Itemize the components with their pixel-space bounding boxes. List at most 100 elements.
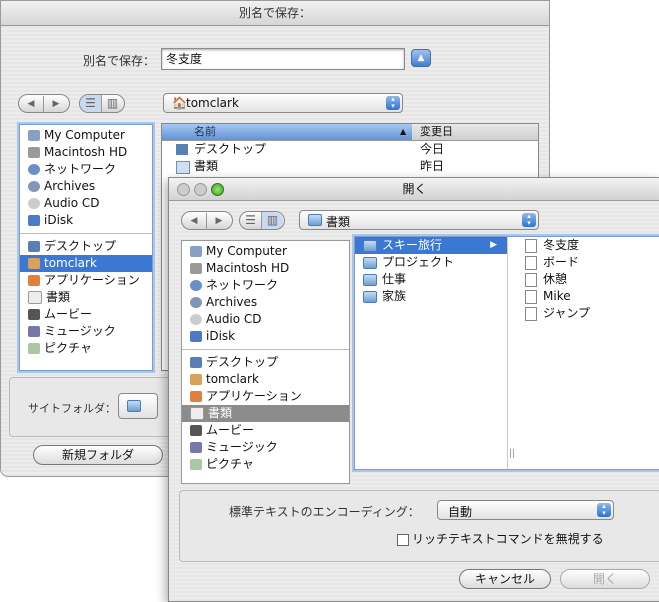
sidebar-item-pictures[interactable]: ピクチャ <box>182 456 349 473</box>
new-folder-button[interactable]: 新規フォルダ <box>33 445 163 465</box>
cancel-button[interactable]: キャンセル <box>459 569 551 589</box>
folder-row[interactable]: 仕事 <box>355 271 507 288</box>
sidebar-item-tomclark[interactable]: tomclark <box>182 371 349 388</box>
document-icon <box>525 306 537 321</box>
location-label: 書類 <box>326 215 351 229</box>
sidebar-item-pictures[interactable]: ピクチャ <box>20 340 152 357</box>
column-header-name[interactable]: 名前 <box>162 124 412 140</box>
encoding-popup[interactable]: 自動 ▴ ▾ <box>437 500 614 520</box>
sidebar-item-network[interactable]: ネットワーク <box>182 277 349 294</box>
sidebar-item-desktop[interactable]: デスクトップ <box>20 238 152 255</box>
sidebar-item-audio-cd[interactable]: Audio CD <box>182 311 349 328</box>
back-arrow-icon[interactable]: ◀ <box>19 96 44 113</box>
home-icon <box>28 258 40 269</box>
folder-row[interactable]: 家族 <box>355 288 507 305</box>
file-row[interactable]: Mike <box>517 288 659 305</box>
sidebar-item-network[interactable]: ネットワーク <box>20 161 152 178</box>
sidebar-item-desktop[interactable]: デスクトップ <box>182 354 349 371</box>
triangle-up-icon[interactable]: ▲ <box>411 49 431 67</box>
sidebar-item-my-computer[interactable]: My Computer <box>20 127 152 144</box>
list-view-icon[interactable]: ☰ <box>240 212 262 229</box>
list-view-icon[interactable]: ☰ <box>80 95 102 112</box>
folder-row[interactable]: プロジェクト <box>355 254 507 271</box>
sidebar-item-applications[interactable]: アプリケーション <box>182 388 349 405</box>
sidebar-item-documents[interactable]: 書類 <box>182 405 349 422</box>
applications-icon <box>190 391 202 402</box>
network-icon <box>190 280 202 291</box>
folder-row[interactable]: スキー旅行 ▶ <box>355 237 507 254</box>
sidebar-item-music[interactable]: ミュージック <box>20 323 152 340</box>
ignore-rich-text-checkbox[interactable]: リッチテキストコマンドを無視する <box>397 530 604 547</box>
zoom-icon[interactable] <box>211 183 224 196</box>
forward-arrow-icon[interactable]: ▶ <box>44 96 68 113</box>
list-row[interactable]: 書類 昨日 <box>162 158 538 175</box>
sidebar-item-movies[interactable]: ムービー <box>20 306 152 323</box>
popup-arrows-icon: ▴ ▾ <box>522 213 536 227</box>
idisk-icon <box>190 331 202 342</box>
sidebar-item-macintosh-hd[interactable]: Macintosh HD <box>182 260 349 277</box>
checkbox-icon[interactable] <box>397 533 409 546</box>
sidebar-item-audio-cd[interactable]: Audio CD <box>20 195 152 212</box>
site-folder-popup[interactable] <box>118 393 158 419</box>
file-column: 冬支度 ボード 休憩 Mike ジャンプ <box>517 237 659 469</box>
close-icon[interactable] <box>177 183 190 196</box>
back-forward-control: ◀ ▶ <box>18 94 70 113</box>
minimize-icon[interactable] <box>194 183 207 196</box>
sidebar-item-macintosh-hd[interactable]: Macintosh HD <box>20 144 152 161</box>
column-browser: スキー旅行 ▶ プロジェクト 仕事 家族 || 冬支度 ボード 休憩 Mike ジ… <box>354 236 659 470</box>
open-button[interactable]: 開く <box>560 569 650 589</box>
sidebar-item-idisk[interactable]: iDisk <box>20 212 152 229</box>
server-icon <box>28 181 40 192</box>
hard-disk-icon <box>28 147 40 158</box>
document-icon <box>525 238 537 253</box>
back-forward-control: ◀ ▶ <box>181 211 233 230</box>
folder-icon <box>363 239 377 252</box>
save-sidebar: My Computer Macintosh HD ネットワーク Archives… <box>19 124 153 371</box>
cd-icon <box>28 198 40 209</box>
movies-icon <box>28 309 40 320</box>
sidebar-item-archives[interactable]: Archives <box>20 178 152 195</box>
folder-icon <box>363 290 377 303</box>
popup-arrows-icon: ▴ ▾ <box>386 96 400 110</box>
sidebar-item-movies[interactable]: ムービー <box>182 422 349 439</box>
location-popup[interactable]: 書類 ▴ ▾ <box>299 210 539 230</box>
server-icon <box>190 297 202 308</box>
filename-field[interactable]: 冬支度 <box>161 48 405 70</box>
sidebar-item-documents[interactable]: 書類 <box>20 289 152 306</box>
view-mode-control: ☰ ▥ <box>79 94 125 113</box>
idisk-icon <box>28 215 40 226</box>
sidebar-item-my-computer[interactable]: My Computer <box>182 243 349 260</box>
column-view-icon[interactable]: ▥ <box>102 95 123 112</box>
sidebar-item-applications[interactable]: アプリケーション <box>20 272 152 289</box>
back-arrow-icon[interactable]: ◀ <box>182 213 207 230</box>
folder-icon <box>127 400 141 412</box>
music-icon <box>28 326 40 337</box>
list-row[interactable]: デスクトップ 今日 <box>162 141 538 158</box>
folder-icon <box>363 256 377 269</box>
computer-icon <box>28 130 40 141</box>
save-dialog-title: 別名で保存： <box>1 1 549 26</box>
column-resize-handle[interactable]: || <box>509 449 515 459</box>
open-dialog: 開く ◀ ▶ ☰ ▥ 書類 ▴ ▾ My Computer Macintosh HD … <box>168 177 659 602</box>
ignore-rich-text-label: リッチテキストコマンドを無視する <box>412 532 604 546</box>
sidebar-item-idisk[interactable]: iDisk <box>182 328 349 345</box>
movies-icon <box>190 425 202 436</box>
column-header-modified[interactable]: 変更日 <box>420 124 453 140</box>
file-row[interactable]: ジャンプ <box>517 305 659 322</box>
sidebar-item-music[interactable]: ミュージック <box>182 439 349 456</box>
file-row[interactable]: ボード <box>517 254 659 271</box>
sidebar-item-tomclark[interactable]: tomclark <box>20 255 152 272</box>
forward-arrow-icon[interactable]: ▶ <box>207 213 231 230</box>
location-popup[interactable]: 🏠 tomclark ▴ ▾ <box>163 93 403 113</box>
computer-icon <box>190 246 202 257</box>
applications-icon <box>28 275 40 286</box>
save-as-label: 別名で保存： <box>83 54 156 68</box>
music-icon <box>190 442 202 453</box>
column-view-icon[interactable]: ▥ <box>262 212 283 229</box>
file-row[interactable]: 休憩 <box>517 271 659 288</box>
encoding-value: 自動 <box>448 505 473 519</box>
desktop-icon <box>28 241 40 252</box>
sidebar-item-archives[interactable]: Archives <box>182 294 349 311</box>
file-row[interactable]: 冬支度 <box>517 237 659 254</box>
documents-icon <box>28 291 42 304</box>
